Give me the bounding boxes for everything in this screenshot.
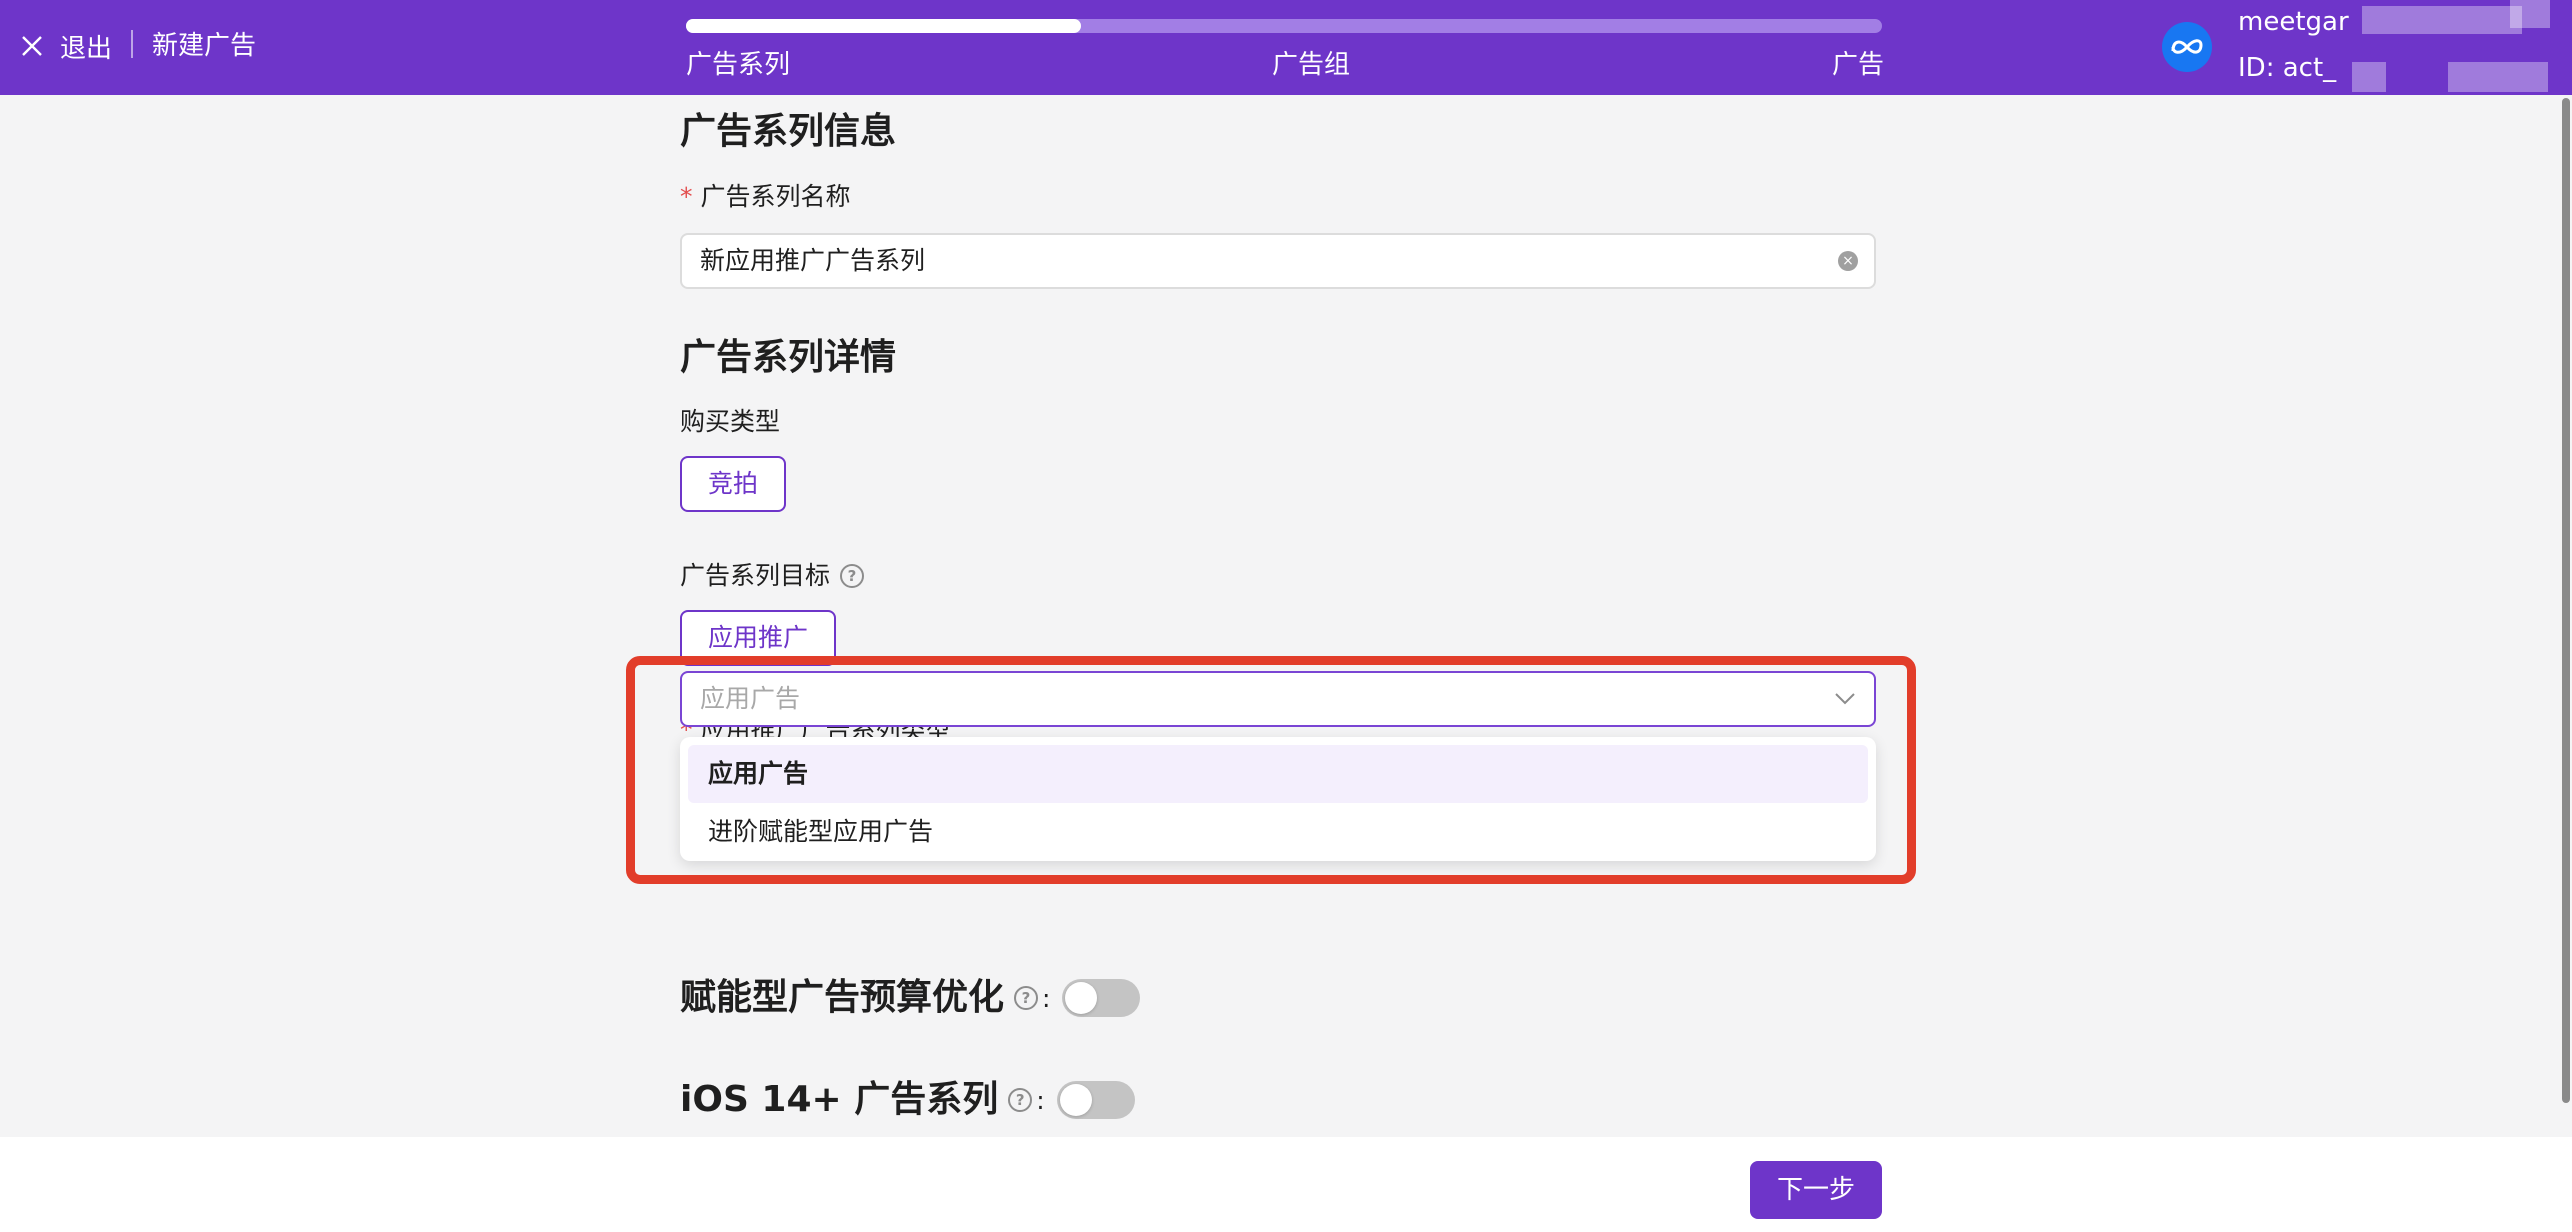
redaction-block <box>2510 0 2550 28</box>
step-ad[interactable]: 广告 <box>1832 48 1884 82</box>
exit-button[interactable]: 退出 <box>20 28 112 64</box>
help-icon[interactable]: ? <box>1008 1088 1033 1112</box>
progress-fill <box>686 19 1081 33</box>
redaction-block <box>2362 6 2522 34</box>
objective-label: 广告系列目标 ? <box>680 558 865 594</box>
budget-optimization-label: 赋能型广告预算优化 <box>680 977 1005 1018</box>
next-button[interactable]: 下一步 <box>1750 1161 1882 1219</box>
objective-label-text: 广告系列目标 <box>680 561 831 590</box>
exit-label: 退出 <box>60 33 113 64</box>
step-adset[interactable]: 广告组 <box>1272 48 1350 82</box>
highlight-annotation <box>626 656 1916 884</box>
required-mark: * <box>680 182 693 211</box>
progress-bar <box>686 19 1882 33</box>
account-name: meetgar <box>2238 7 2349 37</box>
buying-type-label: 购买类型 <box>680 407 781 436</box>
footer-bar: 下一步 <box>0 1137 2572 1232</box>
main-content: 广告系列信息 * 广告系列名称 新应用推广广告系列 × 广告系列详情 购买类型 … <box>0 95 2556 1137</box>
ios14-toggle[interactable] <box>1056 1081 1135 1119</box>
help-icon[interactable]: ? <box>1014 986 1039 1010</box>
help-icon[interactable]: ? <box>840 564 865 588</box>
close-icon <box>22 36 42 56</box>
buying-type-chip[interactable]: 竞拍 <box>680 456 787 512</box>
header-divider <box>131 30 133 58</box>
colon: : <box>1036 1085 1045 1115</box>
campaign-name-value: 新应用推广广告系列 <box>700 246 926 275</box>
step-campaign[interactable]: 广告系列 <box>686 48 790 82</box>
campaign-name-label: * 广告系列名称 <box>680 179 851 215</box>
campaign-details-heading: 广告系列详情 <box>680 337 897 378</box>
campaign-name-input[interactable]: 新应用推广广告系列 × <box>680 233 1876 289</box>
top-bar: 退出 新建广告 广告系列 广告组 广告 meetgar ID: act_ <box>0 0 2572 95</box>
redaction-block <box>2448 62 2548 92</box>
ios14-label: iOS 14+ 广告系列 <box>680 1079 999 1120</box>
account-id: ID: act_ <box>2238 53 2337 83</box>
clear-icon[interactable]: × <box>1838 251 1858 271</box>
campaign-info-heading: 广告系列信息 <box>680 111 897 152</box>
ios14-row: iOS 14+ 广告系列 ? : <box>680 1075 1135 1125</box>
page-title: 新建广告 <box>152 31 257 61</box>
budget-optimization-toggle[interactable] <box>1062 979 1141 1017</box>
colon: : <box>1042 983 1051 1013</box>
scrollbar-thumb[interactable] <box>2562 98 2570 1103</box>
meta-logo-icon <box>2162 22 2212 72</box>
redaction-block <box>2352 62 2386 92</box>
campaign-name-label-text: 广告系列名称 <box>700 182 851 211</box>
budget-optimization-row: 赋能型广告预算优化 ? : <box>680 973 1141 1023</box>
